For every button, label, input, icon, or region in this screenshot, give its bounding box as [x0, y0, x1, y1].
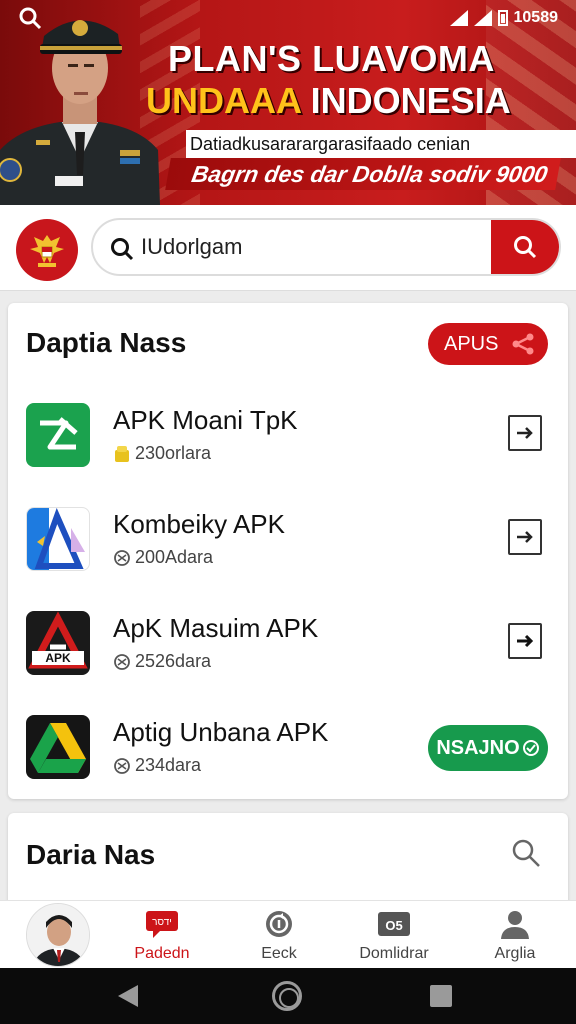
person-icon: [498, 909, 532, 939]
list-item[interactable]: APK ApK Masuim APK 2526dara: [8, 611, 568, 711]
garuda-emblem-icon[interactable]: [16, 219, 78, 281]
app-meta: 2526dara: [113, 651, 211, 672]
arrow-right-icon: [517, 634, 534, 648]
search-input[interactable]: IUdorlgam: [141, 220, 242, 274]
search-button[interactable]: [491, 220, 559, 274]
open-arrow-button[interactable]: [508, 623, 542, 659]
search-bar[interactable]: IUdorlgam: [91, 218, 561, 276]
search-icon[interactable]: [510, 837, 542, 869]
id-card-icon: O5: [377, 909, 411, 939]
list-item[interactable]: Kombeiky APK 200Adara: [8, 507, 568, 607]
nav-item-arglia[interactable]: Arglia: [460, 909, 570, 963]
svg-text:ידסר: ידסר: [152, 917, 172, 928]
svg-text:APK: APK: [45, 651, 71, 665]
recent-apps-icon[interactable]: [430, 985, 452, 1007]
svg-text:O5: O5: [385, 918, 402, 933]
app-meta: 200Adara: [113, 547, 213, 568]
app-meta: 230orlara: [113, 443, 211, 464]
app-name: Kombeiky APK: [113, 509, 285, 539]
nav-item-eeck[interactable]: Eeck: [224, 909, 334, 963]
nav-label: Eeck: [261, 945, 297, 962]
install-button[interactable]: NSAJNO: [428, 725, 548, 771]
refresh-icon: [262, 909, 296, 939]
section-title: Daptia Nass: [26, 327, 187, 358]
app-list-card: Daptia Nass APUS APK Moani TpK 230orlara: [8, 303, 568, 799]
app-icon-triangle: [26, 507, 90, 571]
download-badge-icon: [113, 757, 131, 775]
back-icon[interactable]: [118, 985, 138, 1007]
app-icon-green: [26, 403, 90, 467]
coin-icon: [113, 445, 131, 463]
arrow-right-icon: [517, 531, 533, 543]
chat-icon: ידסר: [145, 909, 179, 939]
nav-item-padedn[interactable]: ידסר Padedn: [107, 909, 217, 963]
system-navigation-bar: [0, 968, 576, 1024]
section-title: Daria Nas: [26, 839, 156, 870]
list-item[interactable]: Aptig Unbana APK 234dara NSAJNO: [8, 715, 568, 815]
search-section: IUdorlgam: [0, 205, 576, 291]
apus-button[interactable]: APUS: [428, 323, 548, 365]
search-icon: [514, 236, 537, 259]
app-name: Aptig Unbana APK: [113, 717, 329, 747]
banner-tagline: Bagrn des dar Doblla sodiv 9000: [165, 158, 561, 190]
check-circle-icon: [522, 740, 539, 756]
secondary-section-card: Daria Nas: [8, 813, 568, 913]
battery-icon: [497, 10, 508, 26]
app-name: ApK Masuim APK: [113, 613, 319, 643]
open-arrow-button[interactable]: [508, 415, 542, 451]
nav-label: Domlidrar: [359, 945, 429, 962]
signal-icon: [473, 10, 492, 26]
avatar[interactable]: [26, 903, 90, 967]
banner-subtitle: Datiadkusararargarasifaado cenian: [186, 130, 576, 158]
download-badge-icon: [113, 549, 131, 567]
arrow-right-icon: [517, 427, 533, 439]
status-indicators: 10589: [449, 9, 559, 27]
search-icon[interactable]: [18, 6, 42, 30]
home-icon[interactable]: [272, 981, 302, 1011]
list-item[interactable]: APK Moani TpK 230orlara: [8, 403, 568, 503]
status-bar: 10589: [0, 0, 576, 36]
app-icon-drive: [26, 715, 90, 779]
banner-title: PLAN'S LUAVOMA: [168, 38, 495, 79]
share-icon: [512, 333, 534, 355]
status-time: 10589: [513, 9, 559, 26]
app-name: APK Moani TpK: [113, 405, 298, 435]
nav-label: Arglia: [494, 945, 536, 962]
search-icon: [109, 236, 135, 262]
nav-item-domlidrar[interactable]: O5 Domlidrar: [339, 909, 449, 963]
app-icon-apk-red: APK: [26, 611, 90, 675]
download-badge-icon: [113, 653, 131, 671]
app-meta: 234dara: [113, 755, 201, 776]
bottom-navigation: ידסר Padedn Eeck O5 Domlidrar Arglia: [0, 900, 576, 968]
promo-banner[interactable]: 10589 PLAN'S LUAVOMA UNDAAA INDONESIA Da…: [0, 0, 576, 205]
wifi-icon: [449, 10, 468, 26]
open-arrow-button[interactable]: [508, 519, 542, 555]
banner-title-line2: UNDAAA INDONESIA: [146, 80, 511, 121]
nav-label: Padedn: [134, 945, 190, 962]
